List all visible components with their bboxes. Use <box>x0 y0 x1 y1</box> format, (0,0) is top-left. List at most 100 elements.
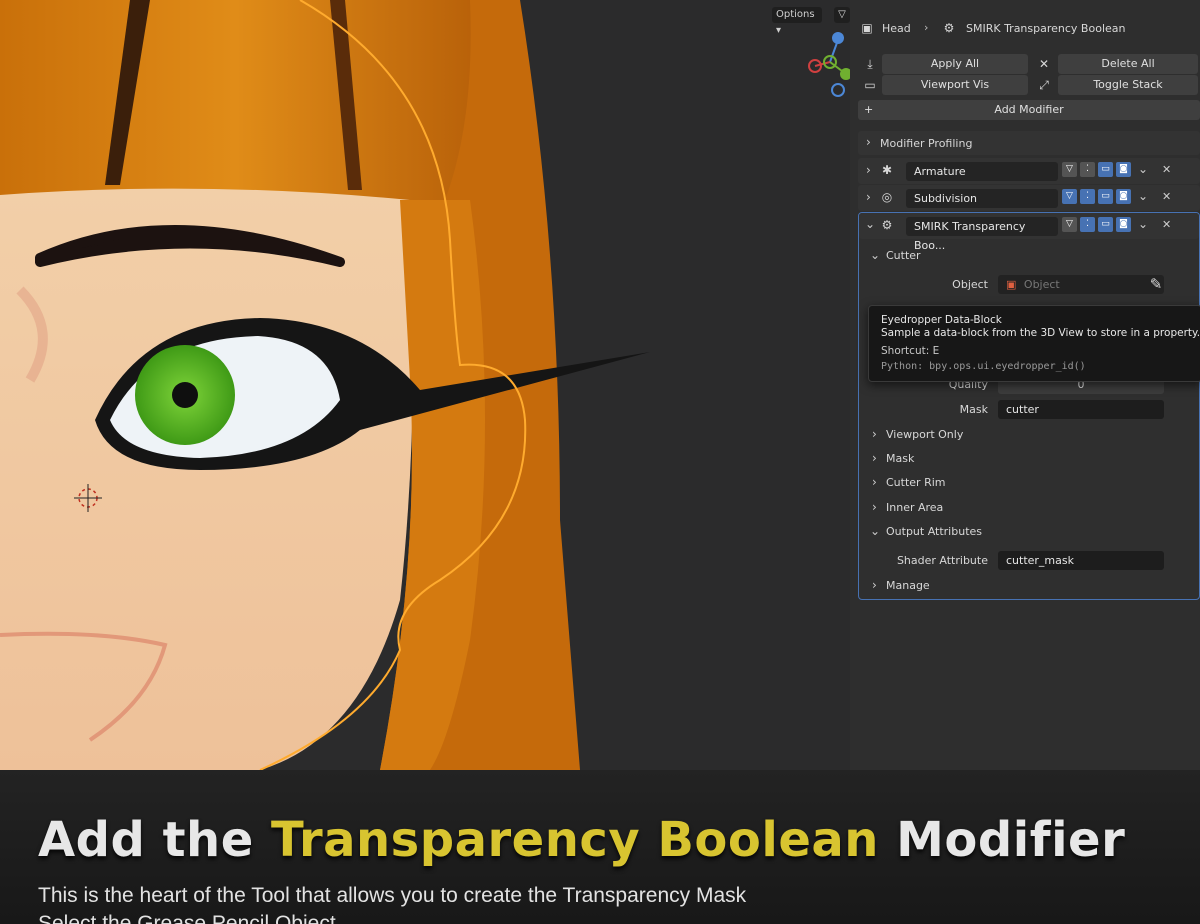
monitor-icon: ▭ <box>864 78 876 92</box>
breadcrumb: ▣ Head › ⚙ SMIRK Transparency Boolean <box>850 18 1200 40</box>
close-icon: ✕ <box>1038 57 1050 71</box>
section-manage[interactable]: › Manage <box>850 575 1200 597</box>
remove-modifier-icon[interactable]: ✕ <box>1162 218 1171 231</box>
modifier-name-field[interactable]: Armature <box>906 162 1058 181</box>
cage-toggle-icon[interactable]: ⁚ <box>1080 162 1095 177</box>
chevron-right-icon: › <box>872 578 877 592</box>
face-skin <box>0 188 414 770</box>
app-window: Options ▾ ▽ ▣ Head › ⚙ SMIRK Transparenc… <box>0 0 1200 924</box>
toggle-stack-button[interactable]: Toggle Stack <box>1058 75 1198 95</box>
options-label: Options <box>776 9 815 20</box>
modifier-profiling-label: Modifier Profiling <box>880 137 973 150</box>
subdivision-icon: ◎ <box>881 190 893 204</box>
delete-all-button[interactable]: Delete All <box>1058 54 1198 74</box>
object-type-icon: ▣ <box>1006 278 1017 291</box>
chevron-down-icon[interactable]: ⌄ <box>1138 189 1148 203</box>
tooltip-python: Python: bpy.ops.ui.eyedropper_id() <box>881 361 1086 372</box>
shader-attribute-label: Shader Attribute <box>896 554 988 567</box>
3d-viewport[interactable]: Options ▾ ▽ <box>0 0 858 770</box>
section-cutter[interactable]: ⌄ Cutter <box>850 245 1200 267</box>
viewport-vis-button[interactable]: Viewport Vis <box>882 75 1028 95</box>
mask-label: Mask <box>959 403 988 416</box>
chevron-right-icon[interactable]: › <box>866 190 871 204</box>
object-field-placeholder: Object <box>1023 278 1060 291</box>
chevron-right-icon: › <box>866 135 871 149</box>
remove-modifier-icon[interactable]: ✕ <box>1162 190 1171 203</box>
modifier-name-field[interactable]: Subdivision <box>906 189 1058 208</box>
section-label: Cutter Rim <box>886 476 946 489</box>
properties-panel: ▣ Head › ⚙ SMIRK Transparency Boolean ⤓ … <box>850 0 1200 770</box>
chevron-down-icon: ⌄ <box>870 524 881 538</box>
caption-title: Add the Transparency Boolean Modifier <box>38 812 1125 868</box>
breadcrumb-separator-icon: › <box>924 21 929 34</box>
modifier-name-field[interactable]: SMIRK Transparency Boo... <box>906 217 1058 252</box>
viewport-toggle-icon[interactable]: ▭ <box>1098 217 1113 232</box>
caption-subtitle-line1: This is the heart of the Tool that allow… <box>38 884 747 907</box>
object-field[interactable]: ▣ Object <box>998 275 1164 294</box>
render-toggle-icon[interactable]: ◙ <box>1116 217 1131 232</box>
modifier-wrench-icon: ⚙ <box>881 218 893 232</box>
section-inner-area[interactable]: › Inner Area <box>850 497 1200 519</box>
section-output-attributes[interactable]: ⌄ Output Attributes <box>850 521 1200 543</box>
edit-mode-toggle-icon[interactable]: ▽ <box>1062 162 1077 177</box>
remove-modifier-icon[interactable]: ✕ <box>1162 163 1171 176</box>
tooltip-title: Eyedropper Data-Block <box>881 314 1002 326</box>
edit-mode-toggle-icon[interactable]: ▽ <box>1062 217 1077 232</box>
section-viewport-only[interactable]: › Viewport Only <box>850 424 1200 446</box>
armature-icon: ✱ <box>881 163 893 177</box>
section-label: Output Attributes <box>886 525 983 538</box>
section-mask[interactable]: › Mask <box>850 448 1200 470</box>
breadcrumb-modifier[interactable]: SMIRK Transparency Boolean <box>966 22 1125 35</box>
modifier-armature[interactable]: › ✱ Armature ▽ ⁚ ▭ ◙ ⌄ ✕ <box>858 158 1200 184</box>
section-cutter-rim[interactable]: › Cutter Rim <box>850 472 1200 494</box>
caption-title-part2: Modifier <box>878 812 1126 868</box>
expand-arrows-icon: ⤢ <box>1039 78 1049 92</box>
render-toggle-icon[interactable]: ◙ <box>1116 162 1131 177</box>
edit-mode-toggle-icon[interactable]: ▽ <box>1062 189 1077 204</box>
character-render <box>0 0 852 770</box>
chevron-right-icon: › <box>872 451 877 465</box>
chevron-down-icon[interactable]: ⌄ <box>1138 217 1148 231</box>
shader-attribute-field[interactable]: cutter_mask <box>998 551 1164 570</box>
section-label: Inner Area <box>886 501 944 514</box>
section-label: Viewport Only <box>886 428 964 441</box>
section-label: Manage <box>886 579 930 592</box>
add-modifier-label: Add Modifier <box>994 103 1064 116</box>
cage-toggle-icon[interactable]: ⁚ <box>1080 189 1095 204</box>
modifier-subdivision[interactable]: › ◎ Subdivision ▽ ⁚ ▭ ◙ ⌄ ✕ <box>858 185 1200 211</box>
navigation-gizmo[interactable] <box>808 32 852 97</box>
chevron-right-icon: › <box>872 500 877 514</box>
breadcrumb-object[interactable]: Head <box>882 22 911 35</box>
eyedropper-tooltip: Eyedropper Data-Block Sample a data-bloc… <box>868 305 1200 382</box>
mask-field[interactable]: cutter <box>998 400 1164 419</box>
chevron-right-icon: › <box>872 427 877 441</box>
section-label: Mask <box>886 452 915 465</box>
plus-icon: + <box>864 103 874 116</box>
mesh-object-icon: ▣ <box>861 21 873 35</box>
eye-pupil <box>172 382 198 408</box>
modifier-profiling-header[interactable]: › Modifier Profiling <box>858 131 1200 155</box>
eyedropper-icon[interactable]: ✎ <box>1144 274 1168 294</box>
caption-title-part1: Add the <box>38 812 271 868</box>
viewport-toggle-icon[interactable]: ▭ <box>1098 162 1113 177</box>
tooltip-shortcut: Shortcut: E <box>881 345 940 357</box>
caption-subtitle-line2: Select the Grease Pencil Object <box>38 912 336 924</box>
viewport-options-dropdown[interactable]: Options ▾ <box>772 7 822 36</box>
caption-title-highlight: Transparency Boolean <box>270 812 879 868</box>
chevron-right-icon[interactable]: › <box>866 163 871 177</box>
apply-download-icon: ⤓ <box>867 57 873 71</box>
chevron-down-icon: ⌄ <box>870 248 881 262</box>
object-label: Object <box>952 278 988 291</box>
modifier-wrench-icon: ⚙ <box>943 21 955 35</box>
viewport-toggle-icon[interactable]: ▭ <box>1098 189 1113 204</box>
filter-icon[interactable]: ▽ <box>834 7 850 23</box>
chevron-down-icon[interactable]: ⌄ <box>865 217 875 231</box>
section-cutter-label: Cutter <box>886 249 921 262</box>
render-toggle-icon[interactable]: ◙ <box>1116 189 1131 204</box>
chevron-down-icon[interactable]: ⌄ <box>1138 162 1148 176</box>
add-modifier-button[interactable]: + Add Modifier <box>858 100 1200 120</box>
apply-all-button[interactable]: Apply All <box>882 54 1028 74</box>
modifier-smirk-header[interactable]: ⌄ ⚙ SMIRK Transparency Boo... ▽ ⁚ ▭ ◙ ⌄ … <box>859 213 1199 252</box>
hair-bangs <box>0 0 471 200</box>
cage-toggle-icon[interactable]: ⁚ <box>1080 217 1095 232</box>
